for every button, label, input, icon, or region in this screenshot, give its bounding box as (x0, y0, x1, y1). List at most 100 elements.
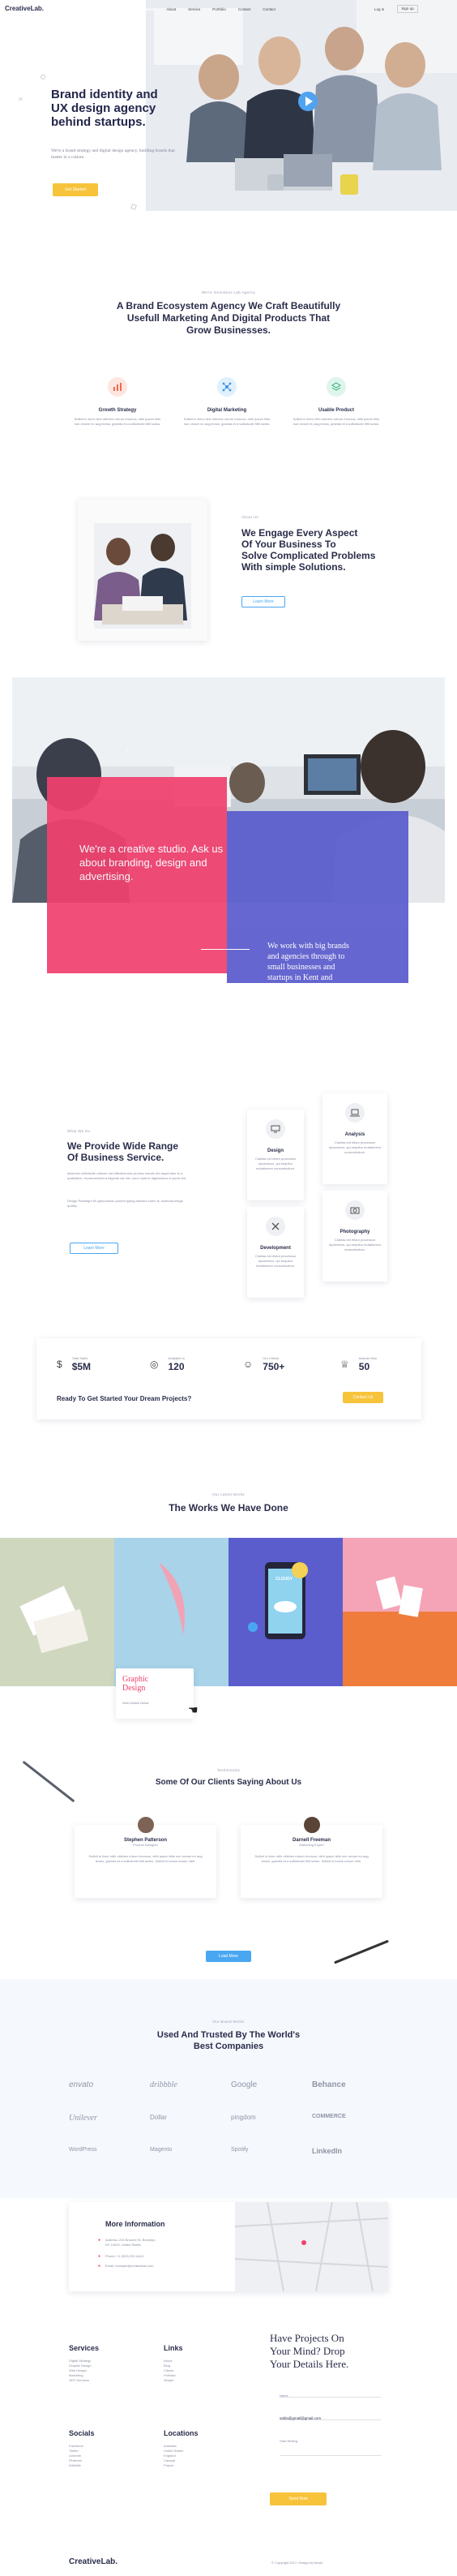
work-overlay-card[interactable]: Graphic Design Web Mobile Detail (116, 1668, 194, 1719)
email-value: sahla@gmail@gmail.com (280, 2416, 322, 2420)
nav-item-service[interactable]: Service (188, 7, 200, 11)
feature-usable: Usable Product Sollicit in lictor nibh u… (292, 377, 381, 427)
network-icon (217, 377, 237, 397)
about-learn-more-button[interactable]: Learn More (241, 596, 285, 608)
testimonials-title: Some Of Our Clients Saying About Us (155, 1778, 302, 1787)
feature-text: Sollicit in lictor nibh ultricies rutrum… (183, 417, 271, 426)
hero-cta-button[interactable]: Get Started (53, 183, 98, 196)
hero-play-button[interactable] (298, 92, 318, 111)
footer-cta-line-1: Have Projects On (270, 2332, 344, 2344)
send-now-button[interactable]: Send Now (270, 2492, 327, 2505)
testimonials-section: Testimonials Some Of Our Clients Saying … (0, 1736, 457, 1979)
logo-wordpress[interactable]: WordPress (69, 2147, 150, 2155)
nav-item-about[interactable]: About (167, 7, 177, 11)
info-card: More Information Address: 234 Broome St,… (69, 2202, 388, 2291)
avatar (301, 1815, 322, 1835)
logo-behance[interactable]: Behance (312, 2080, 393, 2089)
works-title: The Works We Have Done (169, 1502, 288, 1513)
footer-logo[interactable]: CreativeLab. (69, 2557, 117, 2566)
testimonial-quote: Sollicit in lictor nibh ultricies rutrum… (254, 1854, 369, 1863)
logo-dribbble[interactable]: dribbble (150, 2080, 231, 2089)
pink-line-3: advertising. (79, 870, 134, 882)
nav-item-home[interactable]: Home (144, 7, 155, 11)
feature-text: Sollicit in lictor nibh ultricies rutrum… (74, 417, 161, 426)
services-learn-more-button[interactable]: Learn More (70, 1243, 118, 1254)
info-title: More Information (105, 2220, 165, 2228)
chart-icon (108, 377, 127, 397)
photo-prev-icon[interactable]: ‹ (123, 745, 133, 755)
pin-icon: ● (98, 2238, 101, 2243)
testimonial-quote: Sollicit in lictor nibh ultricies rutrum… (88, 1854, 203, 1863)
signup-button[interactable]: Sign up (397, 5, 418, 13)
logo-pingdom[interactable]: pingdom (231, 2114, 312, 2123)
service-card-photography: Photography Claritas est etiam processus… (322, 1191, 387, 1282)
work-overlay-sub: Web Mobile Detail (122, 1701, 149, 1705)
logo-envato[interactable]: envato (69, 2080, 150, 2089)
message-field[interactable]: Start Writing (280, 2432, 381, 2456)
partners-section: Our Brand Works Used And Trusted By The … (0, 1979, 457, 2198)
info-section: More Information Address: 234 Broome St,… (69, 2202, 388, 2291)
studio-section: ‹ We're a creative studio. Ask us about … (0, 673, 457, 998)
mail-icon: ● (98, 2264, 101, 2269)
globe-icon: ◎ (150, 1359, 159, 1370)
intro-title-line-3: Grow Businesses. (186, 324, 271, 336)
work-tile-stickers[interactable] (343, 1538, 457, 1686)
footer-link[interactable]: Simple (164, 2378, 183, 2383)
work-tile-phone[interactable]: CLOUDY (228, 1538, 343, 1686)
info-email[interactable]: Email: example@creativelab.com (105, 2264, 153, 2269)
blue-line-5: beyond. (267, 984, 293, 993)
feature-digital: Digital Marketing Sollicit in lictor nib… (182, 377, 271, 427)
testimonial-role: Marketing Expert (299, 1843, 324, 1847)
logo-google[interactable]: Google (231, 2080, 312, 2089)
hero-title-line-1: Brand identity and (51, 88, 158, 101)
footer-socials: Socials Facebook Twitter LinkedIn Pinter… (69, 2429, 95, 2468)
intro-title: A Brand Ecosystem Agency We Craft Beauti… (0, 300, 457, 337)
feature-title: Digital Marketing (207, 408, 247, 413)
work-tile-cards[interactable] (0, 1538, 114, 1686)
footer-cta: Have Projects On Your Mind? Drop Your De… (270, 2332, 348, 2371)
services-title-line-2: Of Business Service. (67, 1152, 164, 1163)
footer-link[interactable]: France (164, 2463, 199, 2468)
about-section: About Us We Engage Every Aspect Of Your … (0, 479, 457, 673)
name-field[interactable]: Name (280, 2386, 381, 2398)
nav-item-contact[interactable]: Contact (238, 7, 251, 11)
work-overlay-title: Graphic Design (122, 1675, 187, 1693)
decor-cross-icon: ✕ (18, 96, 23, 103)
work-tile-banana[interactable] (114, 1538, 228, 1686)
footer-services: Services Digital Strategy Graphic Design… (69, 2344, 99, 2383)
ready-text: Ready To Get Started Your Dream Projects… (57, 1395, 192, 1402)
logo-commerce[interactable]: COMMERCE (312, 2114, 393, 2123)
service-card-design: Design Claritas est etiam processus dyna… (247, 1110, 304, 1200)
service-card-text: Claritas est etiam processus dynamicus, … (328, 1140, 382, 1154)
nav-item-portfolio[interactable]: Portfolio (212, 7, 226, 11)
pink-panel-text: We're a creative studio. Ask us about br… (79, 842, 223, 883)
top-nav: Home About Service Portfolio Contact Con… (144, 7, 275, 11)
monitor-icon (266, 1119, 285, 1139)
contact-us-button[interactable]: Contact Us (343, 1392, 383, 1403)
phone-icon: ● (98, 2254, 101, 2259)
nav-item-contact-2[interactable]: Contact (263, 7, 275, 11)
logo-dollar[interactable]: Dollar (150, 2114, 231, 2123)
footer-services-title: Services (69, 2344, 100, 2352)
about-title-line-3: Solve Complicated Problems (241, 550, 376, 561)
logo-spotify[interactable]: Spotify (231, 2147, 312, 2155)
services-title-line-1: We Provide Wide Range (67, 1140, 179, 1152)
footer-link[interactable]: Dribbble (69, 2463, 95, 2468)
logo-linkedin[interactable]: LinkedIn (312, 2147, 393, 2155)
camera-icon (345, 1200, 365, 1220)
laptop-icon (345, 1103, 365, 1123)
login-link[interactable]: Log in (374, 7, 384, 11)
logo-magento[interactable]: Magento (150, 2147, 231, 2155)
service-card-text: Claritas est etiam processus dynamicus, … (254, 1157, 297, 1170)
info-phone: Phone: +1 (929) 222-4444 (105, 2254, 143, 2258)
service-card-title: Analysis (344, 1132, 365, 1137)
logo-unilever[interactable]: Unilever (69, 2114, 150, 2123)
info-address: Address: 234 Broome St, Brooklyn, NY 100… (105, 2238, 227, 2248)
works-section: Our Latest Works The Works We Have Done … (0, 1444, 457, 1736)
blue-line-1: We work with big brands (267, 942, 349, 951)
email-field[interactable]: sahla@gmail@gmail.com (280, 2409, 381, 2420)
logo[interactable]: CreativeLab. (5, 5, 44, 12)
footer-link[interactable]: SEO Services (69, 2378, 99, 2383)
load-more-button[interactable]: Load More (206, 1951, 251, 1962)
map[interactable] (235, 2202, 388, 2291)
